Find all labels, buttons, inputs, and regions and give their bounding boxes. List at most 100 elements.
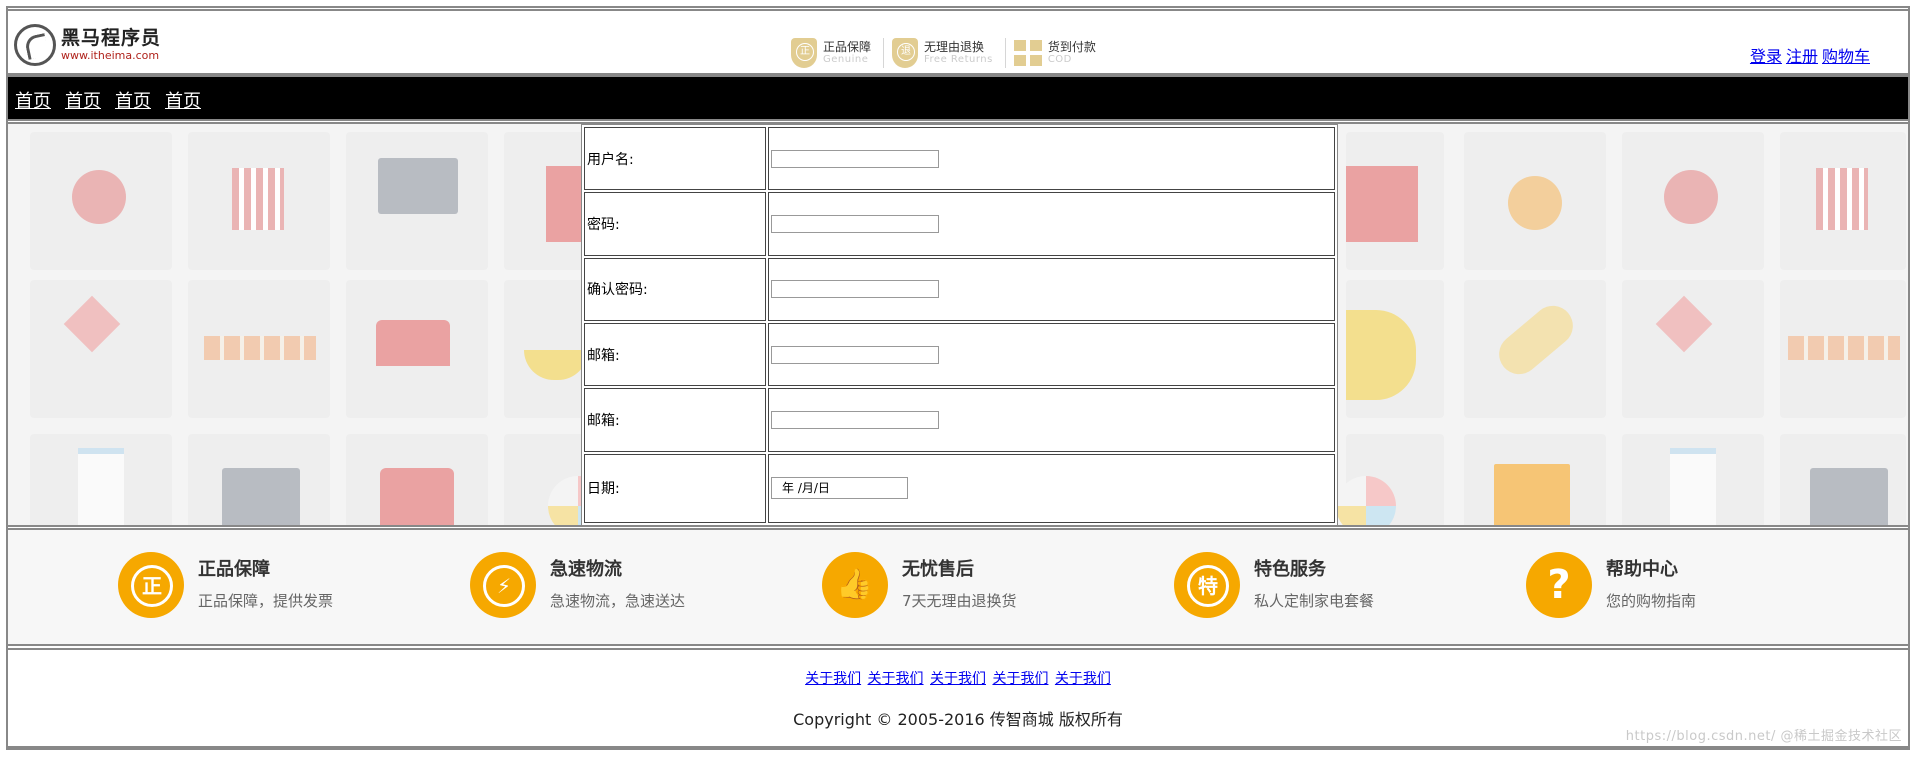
service-sub: 您的购物指南 bbox=[1606, 592, 1697, 610]
password-label: 密码: bbox=[584, 192, 766, 256]
service-sub: 正品保障，提供发票 bbox=[198, 592, 334, 610]
service-title: 急速物流 bbox=[550, 559, 622, 580]
about-us-link[interactable]: 关于我们 bbox=[930, 671, 986, 687]
nav-item-home[interactable]: 首页 bbox=[65, 87, 101, 113]
milk-bottle-icon bbox=[78, 448, 124, 525]
form-row-confirm-password: 确认密码: bbox=[584, 257, 1335, 322]
banner-tile bbox=[1780, 132, 1906, 270]
service-after-sales[interactable]: 👍 无忧售后 7天无理由退换货 bbox=[822, 552, 1017, 618]
service-title: 无忧售后 bbox=[902, 559, 974, 580]
banner-tile bbox=[1622, 280, 1764, 418]
about-us-link[interactable]: 关于我们 bbox=[1055, 671, 1111, 687]
apple-icon bbox=[72, 170, 126, 224]
nav-item-home[interactable]: 首页 bbox=[115, 87, 151, 113]
nav-item-home[interactable]: 首页 bbox=[15, 87, 51, 113]
promise-title: 货到付款 bbox=[1047, 40, 1096, 54]
nav-item-home[interactable]: 首页 bbox=[165, 87, 201, 113]
tablet-icon bbox=[222, 468, 300, 525]
cart-link[interactable]: 购物车 bbox=[1822, 47, 1870, 66]
promise-bar: 正 正品保障 Genuine 退 无理由退换 Free Returns 货到付款… bbox=[783, 33, 1108, 73]
form-row-email: 邮箱: bbox=[584, 323, 1335, 387]
apple-icon bbox=[1664, 170, 1718, 224]
banner-tile bbox=[30, 132, 172, 270]
banner-tile bbox=[188, 280, 330, 418]
service-title: 帮助中心 bbox=[1606, 559, 1678, 580]
banner-tile bbox=[1336, 434, 1444, 525]
email-label: 邮箱: bbox=[584, 388, 766, 452]
service-help[interactable]: ? 帮助中心 您的购物指南 bbox=[1526, 552, 1696, 618]
service-title: 特色服务 bbox=[1254, 559, 1326, 580]
footer-links: 关于我们 关于我们 关于我们 关于我们 关于我们 bbox=[8, 668, 1908, 688]
banner-tile bbox=[504, 434, 608, 525]
header: 黑马程序员 www.itheima.com 正 正品保障 Genuine 退 无… bbox=[6, 9, 1910, 75]
username-label: 用户名: bbox=[584, 127, 766, 191]
confirm-password-input[interactable] bbox=[771, 280, 939, 299]
form-row-username: 用户名: bbox=[584, 127, 1335, 191]
banner-tile bbox=[30, 434, 172, 525]
service-sub: 私人定制家电套餐 bbox=[1254, 592, 1375, 610]
user-links: 登录 注册 购物车 bbox=[1746, 43, 1870, 67]
service-special[interactable]: 特 特色服务 私人定制家电套餐 bbox=[1174, 552, 1374, 618]
email-input-2[interactable] bbox=[771, 411, 939, 430]
eggs-icon bbox=[1788, 336, 1900, 360]
promise-title: 正品保障 bbox=[823, 40, 872, 54]
shopping-bag-icon bbox=[1494, 464, 1570, 525]
promise-sub: COD bbox=[1047, 54, 1072, 65]
horse-logo-icon bbox=[14, 24, 56, 66]
service-sub: 7天无理由退换货 bbox=[902, 592, 1017, 610]
popcorn-icon bbox=[1816, 168, 1868, 230]
banner-tile bbox=[1464, 280, 1606, 418]
email-label: 邮箱: bbox=[584, 323, 766, 387]
orange-icon bbox=[1508, 176, 1562, 230]
service-title: 正品保障 bbox=[198, 559, 270, 580]
promise-sub: Genuine bbox=[823, 54, 869, 65]
about-us-link[interactable]: 关于我们 bbox=[992, 671, 1048, 687]
login-link[interactable]: 登录 bbox=[1750, 47, 1782, 66]
logo[interactable]: 黑马程序员 www.itheima.com bbox=[14, 20, 161, 70]
bread-icon bbox=[1490, 297, 1582, 383]
form-row-date: 日期: 年 /月/日 bbox=[584, 453, 1335, 523]
banner-tile bbox=[504, 132, 588, 270]
ice-cream-icon bbox=[63, 295, 121, 353]
register-link[interactable]: 注册 bbox=[1786, 47, 1818, 66]
logo-url: www.itheima.com bbox=[61, 49, 160, 62]
banner-tile bbox=[346, 280, 488, 418]
banner-tile bbox=[346, 434, 488, 525]
banner-tile bbox=[1622, 434, 1764, 525]
about-us-link[interactable]: 关于我们 bbox=[868, 671, 924, 687]
banner-tile bbox=[30, 280, 172, 418]
promise-sub: Free Returns bbox=[924, 54, 993, 65]
banner-tile bbox=[1622, 132, 1764, 270]
ice-cream-icon bbox=[1655, 295, 1713, 353]
promise-cod: 货到付款 COD bbox=[1006, 38, 1108, 68]
banner-tile bbox=[188, 434, 330, 525]
shield-genuine-icon: 正 bbox=[791, 38, 817, 68]
registration-form: 用户名: 密码: 确认密码: 邮箱: 邮箱: 日期: 年 /月/日 bbox=[581, 124, 1338, 526]
milk-bottle-icon bbox=[1670, 448, 1716, 525]
banner-tile bbox=[1346, 280, 1444, 418]
service-bar: 正 正品保障 正品保障，提供发票 ⚡ 急速物流 急速物流，急速送达 👍 无忧售后… bbox=[6, 528, 1910, 646]
nav-bar: 首页 首页 首页 首页 bbox=[6, 75, 1910, 121]
service-logistics[interactable]: ⚡ 急速物流 急速物流，急速送达 bbox=[470, 552, 685, 618]
banner-tile bbox=[1346, 132, 1444, 270]
banner-tile bbox=[346, 132, 488, 270]
logo-title: 黑马程序员 bbox=[61, 27, 162, 49]
logistics-icon: ⚡ bbox=[470, 552, 536, 618]
sneaker-icon bbox=[376, 320, 450, 366]
username-input[interactable] bbox=[771, 149, 939, 168]
date-input[interactable]: 年 /月/日 bbox=[771, 477, 908, 500]
tablet-icon bbox=[1810, 468, 1888, 525]
banner-tile bbox=[1780, 280, 1906, 418]
monitor-icon bbox=[378, 158, 458, 214]
help-icon: ? bbox=[1526, 552, 1592, 618]
service-genuine[interactable]: 正 正品保障 正品保障，提供发票 bbox=[118, 552, 333, 618]
password-input[interactable] bbox=[771, 215, 939, 234]
about-us-link[interactable]: 关于我们 bbox=[805, 671, 861, 687]
thumbs-up-icon: 👍 bbox=[822, 552, 888, 618]
popcorn-icon bbox=[232, 168, 284, 230]
eggs-icon bbox=[204, 336, 316, 360]
confirm-password-label: 确认密码: bbox=[584, 257, 766, 322]
service-sub: 急速物流，急速送达 bbox=[550, 592, 686, 610]
banana-icon bbox=[524, 350, 588, 380]
email-input[interactable] bbox=[771, 345, 939, 364]
